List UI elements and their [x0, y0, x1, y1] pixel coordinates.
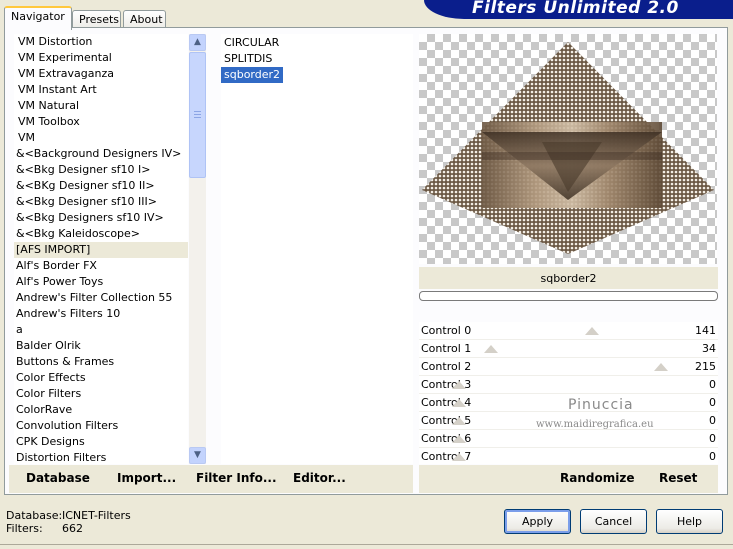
- category-item[interactable]: &<Bkg Designers sf10 IV>: [14, 210, 188, 226]
- category-item[interactable]: [AFS IMPORT]: [14, 242, 188, 258]
- control-value: 0: [709, 432, 716, 445]
- category-item[interactable]: a: [14, 322, 188, 338]
- category-item[interactable]: &<Background Designers IV>: [14, 146, 188, 162]
- control-slider-thumb[interactable]: [484, 345, 498, 353]
- control-value: 0: [709, 396, 716, 409]
- control-row[interactable]: Control 30: [419, 376, 718, 394]
- filter-info-button[interactable]: Filter Info...: [196, 471, 277, 485]
- category-item[interactable]: VM Natural: [14, 98, 188, 114]
- left-toolbar: Database Import... Filter Info... Editor…: [9, 465, 413, 493]
- category-item[interactable]: Convolution Filters: [14, 418, 188, 434]
- cancel-button[interactable]: Cancel: [580, 509, 647, 534]
- status-filters-label: Filters:: [6, 522, 43, 535]
- control-value: 141: [695, 324, 716, 337]
- status-database: Database: ICNET-Filters: [6, 509, 131, 522]
- category-item[interactable]: Balder Olrik: [14, 338, 188, 354]
- category-item[interactable]: ColorRave: [14, 402, 188, 418]
- right-toolbar: Randomize Reset: [419, 465, 718, 493]
- category-item[interactable]: &<BKg Designer sf10 II>: [14, 178, 188, 194]
- arrow-down-icon[interactable]: ▼: [189, 447, 206, 464]
- category-item[interactable]: VM Extravaganza: [14, 66, 188, 82]
- category-item[interactable]: &<Bkg Kaleidoscope>: [14, 226, 188, 242]
- filter-item[interactable]: sqborder2: [221, 67, 284, 83]
- control-value: 215: [695, 360, 716, 373]
- scrollbar-thumb[interactable]: [189, 52, 206, 178]
- category-item[interactable]: VM Distortion: [14, 34, 188, 50]
- control-slider-thumb[interactable]: [452, 381, 466, 389]
- arrow-up-icon[interactable]: ▲: [189, 34, 206, 51]
- category-list[interactable]: VM Distortion VM Experimental VM Extravaga…: [14, 34, 188, 464]
- category-scrollbar[interactable]: ▲ ▼: [189, 34, 206, 464]
- control-slider-thumb[interactable]: [452, 453, 466, 461]
- category-item[interactable]: Andrew's Filter Collection 55: [14, 290, 188, 306]
- control-value: 0: [709, 450, 716, 463]
- filter-item[interactable]: SPLITDIS: [221, 51, 275, 67]
- watermark-name: Pinuccia: [568, 397, 634, 413]
- status-database-label: Database:: [6, 509, 63, 522]
- category-item[interactable]: VM: [14, 130, 188, 146]
- tab-navigator[interactable]: Navigator: [4, 6, 72, 30]
- status-database-value: ICNET-Filters: [62, 509, 131, 522]
- category-item[interactable]: Andrew's Filters 10: [14, 306, 188, 322]
- category-item[interactable]: VM Toolbox: [14, 114, 188, 130]
- category-item[interactable]: Color Effects: [14, 370, 188, 386]
- editor-button[interactable]: Editor...: [293, 471, 346, 485]
- control-value: 34: [702, 342, 716, 355]
- category-item[interactable]: CPK Designs: [14, 434, 188, 450]
- randomize-button[interactable]: Randomize: [560, 471, 634, 485]
- control-slider-thumb[interactable]: [452, 417, 466, 425]
- control-value: 0: [709, 378, 716, 391]
- control-label: Control 0: [421, 324, 472, 337]
- category-item[interactable]: Alf's Border FX: [14, 258, 188, 274]
- app-title: Filters Unlimited 2.0: [472, 0, 679, 18]
- selected-filter-name: sqborder2: [419, 267, 718, 289]
- category-item[interactable]: &<Bkg Designer sf10 I>: [14, 162, 188, 178]
- import-button[interactable]: Import...: [117, 471, 176, 485]
- category-item[interactable]: &<Bkg Designer sf10 III>: [14, 194, 188, 210]
- category-item[interactable]: Color Filters: [14, 386, 188, 402]
- control-slider-thumb[interactable]: [452, 435, 466, 443]
- control-row[interactable]: Control 1 34: [419, 340, 718, 358]
- control-row[interactable]: Control 70: [419, 448, 718, 466]
- control-row[interactable]: Control 60: [419, 430, 718, 448]
- category-item[interactable]: Buttons & Frames: [14, 354, 188, 370]
- bottom-divider: [0, 544, 733, 545]
- filter-list[interactable]: CIRCULAR SPLITDIS sqborder2: [221, 34, 413, 464]
- category-item[interactable]: VM Experimental: [14, 50, 188, 66]
- progress-bar: [419, 291, 718, 301]
- database-button[interactable]: Database: [26, 471, 90, 485]
- filter-item[interactable]: CIRCULAR: [221, 35, 282, 51]
- control-row[interactable]: Control 0 141: [419, 322, 718, 340]
- control-label: Control 2: [421, 360, 472, 373]
- category-item[interactable]: Alf's Power Toys: [14, 274, 188, 290]
- control-slider-thumb[interactable]: [452, 399, 466, 407]
- apply-button[interactable]: Apply: [504, 509, 571, 534]
- control-label: Control 1: [421, 342, 472, 355]
- control-slider-thumb[interactable]: [654, 363, 669, 371]
- category-item[interactable]: VM Instant Art: [14, 82, 188, 98]
- watermark-url: www.maidiregrafica.eu: [536, 419, 654, 430]
- status-filters: Filters: 662: [6, 522, 83, 535]
- preview-image: [422, 42, 714, 254]
- filter-preview: [419, 34, 717, 264]
- control-value: 0: [709, 414, 716, 427]
- help-button[interactable]: Help: [656, 509, 723, 534]
- category-item[interactable]: Distortion Filters: [14, 450, 188, 466]
- control-slider-thumb[interactable]: [584, 327, 599, 335]
- controls-panel: Control 0 141 Control 1 34 Control 2 215 Contr…: [419, 322, 718, 466]
- status-filters-value: 662: [62, 522, 83, 535]
- reset-button[interactable]: Reset: [659, 471, 697, 485]
- control-row[interactable]: Control 2 215: [419, 358, 718, 376]
